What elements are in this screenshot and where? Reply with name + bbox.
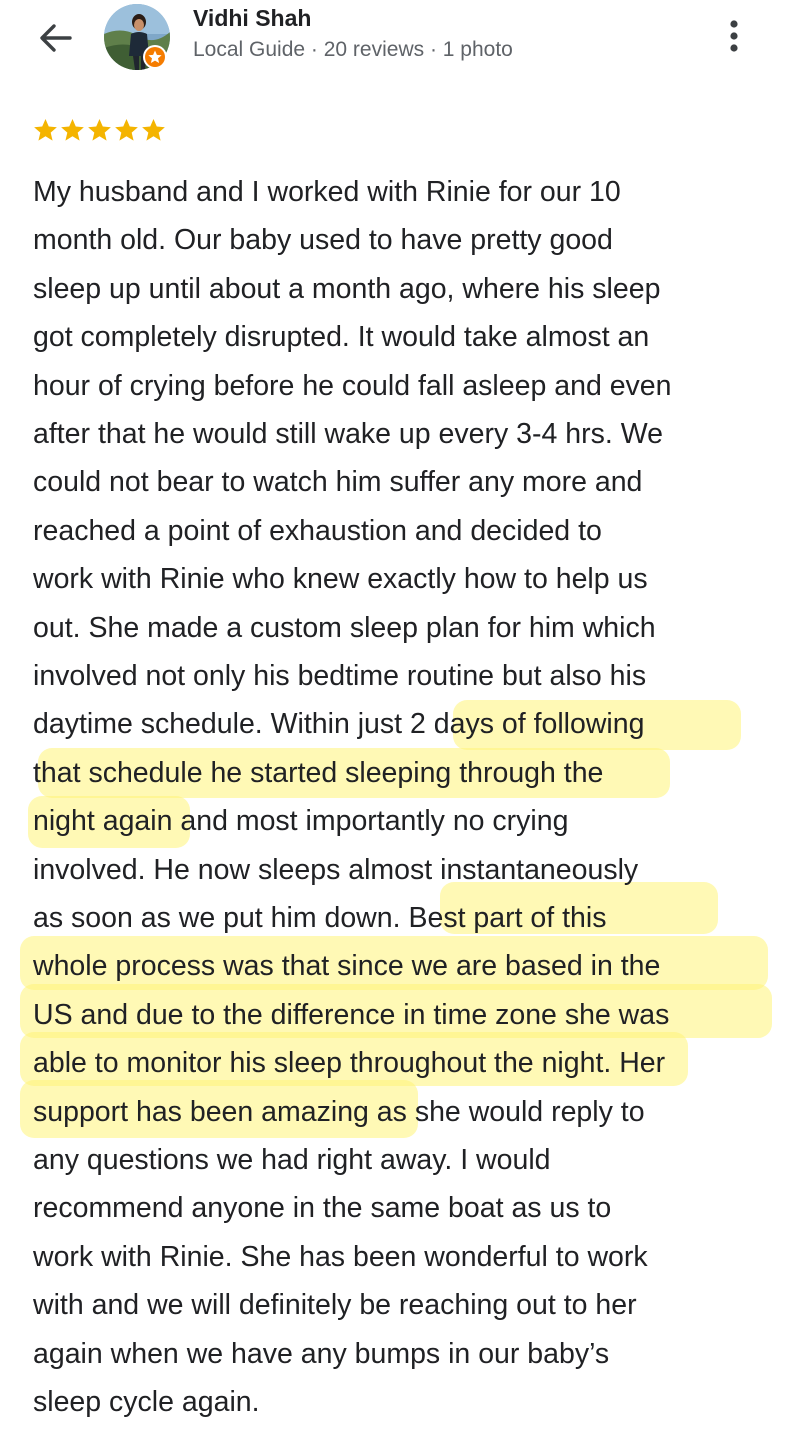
review-text-line: that schedule he started sleeping throug… [33,756,604,789]
review-text-line: US and due to the difference in time zon… [33,998,670,1031]
review-text-line: with and we will definitely be reaching … [33,1289,637,1322]
review-text-line: after that he would still wake up every … [33,418,663,450]
back-button[interactable] [34,16,78,60]
review-text-line: work with Rinie who knew exactly how to … [33,563,648,596]
review-text-line: as soon as we put him down. Best part of… [33,902,607,934]
arrow-left-icon [40,24,72,52]
review-text-line: reached a point of exhaustion and decide… [33,514,602,547]
review-text-line: work with Rinie. She has been wonderful … [33,1240,648,1273]
review-text-line: night again and most importantly no cryi… [33,805,569,838]
review-text-line: got completely disrupted. It would take … [33,321,650,354]
star-icon [34,118,57,141]
review-text-line: out. She made a custom sleep plan for hi… [33,611,656,644]
review-text-line: able to monitor his sleep throughout the… [33,1047,666,1080]
reviewer-name[interactable]: Vidhi Shah [193,5,311,32]
star-rating [32,114,167,148]
more-options-button[interactable] [712,12,756,60]
review-text-line: month old. Our baby used to have pretty … [33,224,613,257]
review-text-line: involved not only his bedtime routine bu… [33,660,647,692]
more-vert-icon [730,20,738,52]
review-text-line: any questions we had right away. I would [33,1144,551,1176]
review-text-line: recommend anyone in the same boat as us … [33,1192,612,1225]
review-text-line: involved. He now sleeps almost instantan… [33,853,639,886]
review-text-line: could not bear to watch him suffer any m… [33,466,643,499]
star-icon [88,118,111,141]
star-icon [142,118,165,141]
star-icon [61,118,84,141]
review-text-line: My husband and I worked with Rinie for o… [33,176,621,208]
review-text-line: daytime schedule. Within just 2 days of … [33,708,645,741]
review-text-line: sleep up until about a month ago, where … [33,272,661,305]
review-header: Vidhi Shah Local Guide · 20 reviews · 1 … [0,0,789,90]
review-text-line: support has been amazing as she would re… [33,1095,645,1128]
reviewer-meta: Local Guide · 20 reviews · 1 photo [193,38,513,61]
star-icon [115,118,138,141]
review-text-line: hour of crying before he could fall asle… [33,369,672,402]
review-text-line: sleep cycle again. [33,1386,260,1418]
review-text-line: whole process was that since we are base… [33,950,661,983]
local-guide-badge-icon [143,45,167,69]
review-text-line: again when we have any bumps in our baby… [33,1337,610,1370]
